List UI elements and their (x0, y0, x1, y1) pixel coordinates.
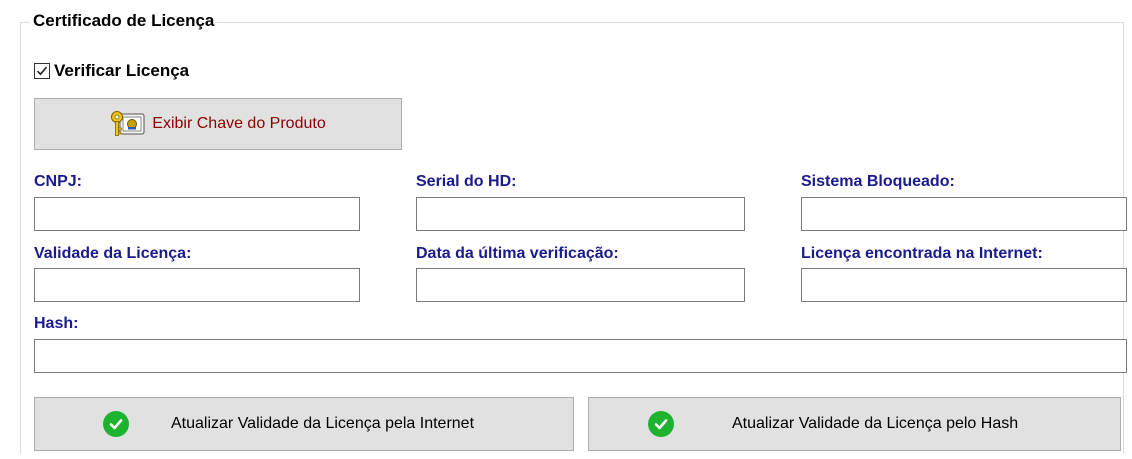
update-via-internet-label: Atualizar Validade da Licença pela Inter… (171, 415, 475, 432)
show-product-key-label: Exibir Chave do Produto (152, 115, 326, 132)
cnpj-label: CNPJ: (34, 173, 83, 190)
system-blocked-field[interactable] (801, 197, 1127, 231)
checkbox-checked-icon[interactable] (34, 63, 50, 79)
verify-license-label: Verificar Licença (54, 61, 190, 80)
green-check-icon (648, 411, 674, 437)
serial-hd-field[interactable] (416, 197, 745, 231)
internet-license-label: Licença encontrada na Internet: (801, 245, 1043, 262)
update-via-hash-button[interactable]: Atualizar Validade da Licença pelo Hash (588, 397, 1121, 451)
show-product-key-button[interactable]: Exibir Chave do Produto (34, 98, 402, 150)
green-check-icon (103, 411, 129, 437)
system-blocked-label: Sistema Bloqueado: (801, 173, 955, 190)
internet-license-field[interactable] (801, 268, 1127, 302)
last-check-date-label: Data da última verificação: (416, 245, 619, 262)
update-via-hash-label: Atualizar Validade da Licença pelo Hash (732, 415, 1019, 432)
key-certificate-icon (110, 108, 146, 140)
license-validity-field[interactable] (34, 268, 360, 302)
groupbox-title: Certificado de Licença (30, 10, 218, 32)
verify-license-checkbox[interactable]: Verificar Licença (34, 60, 189, 82)
hash-label: Hash: (34, 315, 79, 332)
update-via-internet-button[interactable]: Atualizar Validade da Licença pela Inter… (34, 397, 574, 451)
license-groupbox (20, 22, 1124, 454)
license-certificate-panel: Certificado de Licença Verificar Licença… (0, 0, 1132, 459)
license-validity-label: Validade da Licença: (34, 245, 192, 262)
cnpj-field[interactable] (34, 197, 360, 231)
last-check-date-field[interactable] (416, 268, 745, 302)
hash-field[interactable] (34, 339, 1127, 373)
serial-hd-label: Serial do HD: (416, 173, 517, 190)
